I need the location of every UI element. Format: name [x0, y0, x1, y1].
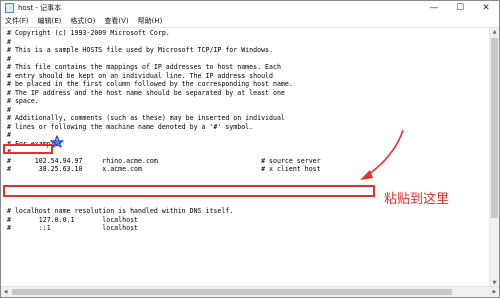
arrow-icon — [367, 129, 404, 176]
star-mark-icon — [50, 135, 64, 148]
annotation-overlay — [50, 129, 404, 180]
arrowhead-icon — [360, 170, 373, 180]
